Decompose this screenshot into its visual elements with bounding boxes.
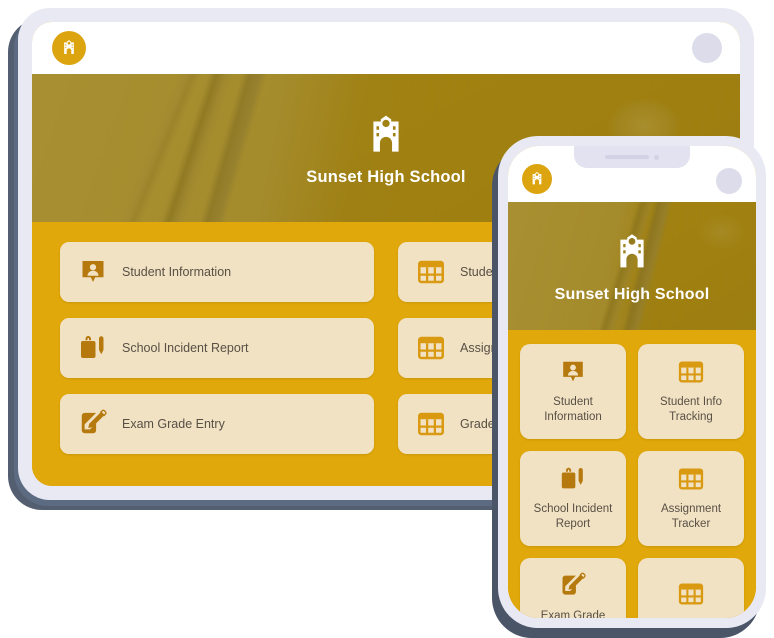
menu-item-label: Exam Grade Entry <box>540 610 606 618</box>
person-badge-icon <box>559 358 587 386</box>
menu-item-label: School Incident Report <box>122 341 249 355</box>
tablet-app-header <box>32 22 740 74</box>
camera-icon <box>654 154 659 160</box>
pencil-edit-icon <box>559 572 587 600</box>
menu-item-label: Student Information <box>122 265 232 279</box>
menu-item-label: School Incident Report <box>533 503 613 530</box>
menu-item-label: Exam Grade Entry <box>122 417 225 431</box>
menu-item-label: Grade Tracker <box>654 617 728 619</box>
school-building-icon <box>59 38 79 58</box>
menu-item-label: Student Info Tracking <box>659 396 723 423</box>
menu-item-school-incident-report[interactable]: School Incident Report <box>60 318 374 378</box>
phone-menu-grid: Student Information Student Info Trackin… <box>508 330 756 618</box>
phone-notch <box>574 146 690 168</box>
avatar-placeholder-icon[interactable] <box>716 168 742 194</box>
speaker-icon <box>605 155 649 159</box>
menu-item-student-information[interactable]: Student Information <box>60 242 374 302</box>
pencil-edit-icon <box>78 409 108 439</box>
phone-device-frame: Sunset High School Student Information S… <box>498 136 766 628</box>
mockup-stage: Sunset High School Student Information S… <box>0 0 774 638</box>
menu-item-exam-grade-entry[interactable]: Exam Grade Entry <box>60 394 374 454</box>
school-building-icon <box>528 170 546 188</box>
menu-item-label: Student Information <box>544 396 602 423</box>
grid-table-icon <box>416 409 446 439</box>
menu-item-grade-tracker[interactable]: Grade Tracker <box>638 558 744 618</box>
tablet-school-name: Sunset High School <box>306 167 466 186</box>
school-building-icon <box>608 229 656 277</box>
tablet-logo-badge[interactable] <box>52 31 86 65</box>
school-building-icon <box>360 110 412 162</box>
grid-table-icon <box>677 358 705 386</box>
phone-logo-badge[interactable] <box>522 164 552 194</box>
menu-item-assignment-tracker[interactable]: Assignment Tracker <box>638 451 744 546</box>
grid-table-icon <box>677 580 705 608</box>
menu-item-school-incident-report[interactable]: School Incident Report <box>520 451 626 546</box>
phone-school-name: Sunset High School <box>554 285 710 303</box>
grid-table-icon <box>416 257 446 287</box>
phone-hero-banner: Sunset High School <box>508 202 756 330</box>
grid-table-icon <box>416 333 446 363</box>
menu-item-exam-grade-entry[interactable]: Exam Grade Entry <box>520 558 626 618</box>
phone-screen: Sunset High School Student Information S… <box>508 146 756 618</box>
bag-pen-icon <box>78 333 108 363</box>
menu-item-label: Assignment Tracker <box>660 503 722 530</box>
menu-item-student-info-tracking[interactable]: Student Info Tracking <box>638 344 744 439</box>
menu-item-student-information[interactable]: Student Information <box>520 344 626 439</box>
person-badge-icon <box>78 257 108 287</box>
grid-table-icon <box>677 465 705 493</box>
avatar-placeholder-icon[interactable] <box>692 33 722 63</box>
bag-pen-icon <box>559 465 587 493</box>
